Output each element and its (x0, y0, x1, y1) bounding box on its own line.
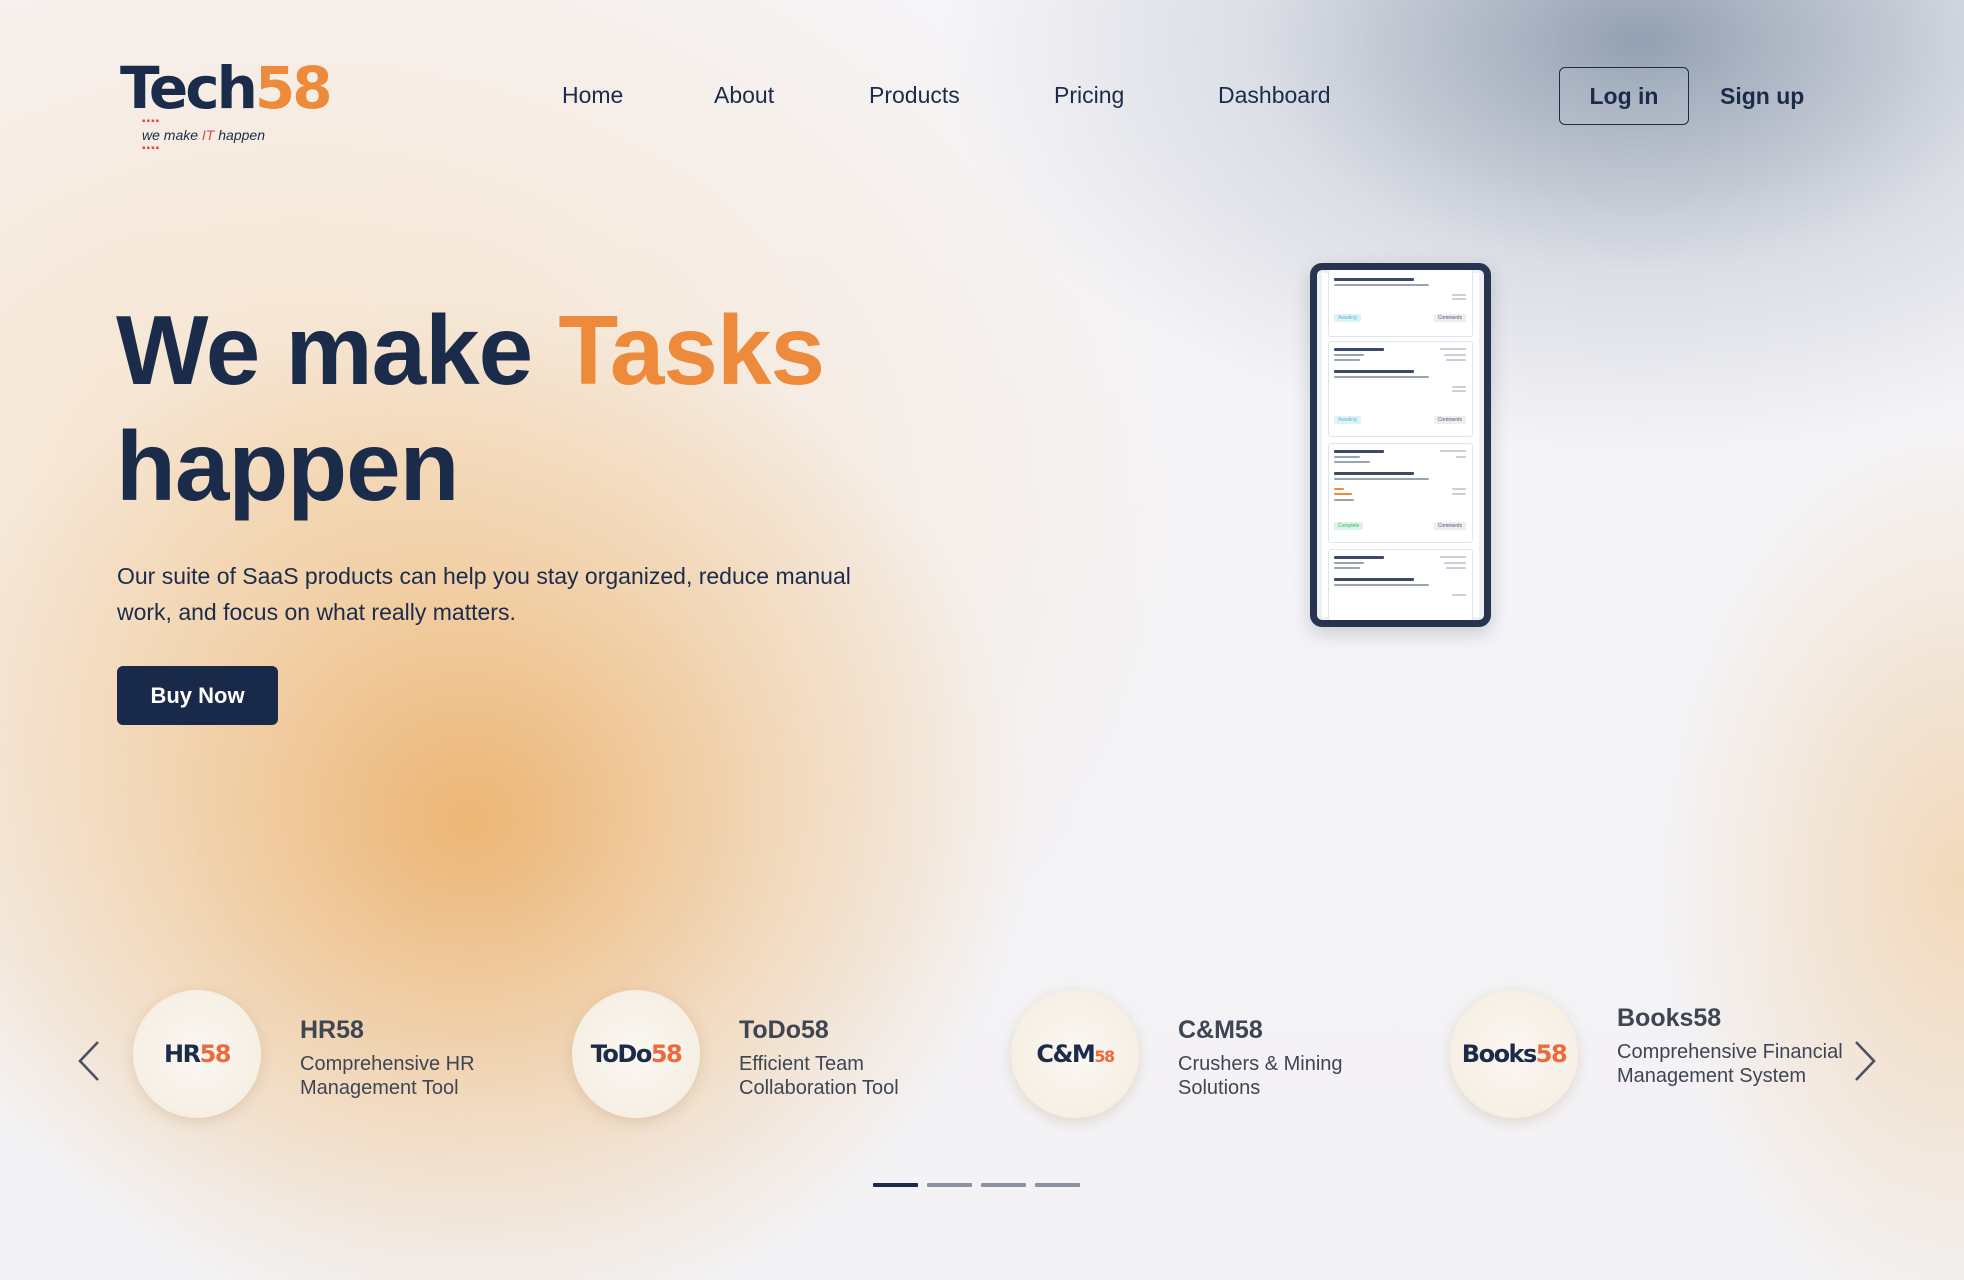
product-name: HR58 (300, 1016, 364, 1044)
comments-chip: Comments (1433, 314, 1466, 322)
carousel-dot-3[interactable] (981, 1183, 1026, 1187)
carousel-pagination (873, 1183, 1080, 1187)
comments-chip: Comments (1433, 416, 1466, 424)
ticket-card (1328, 549, 1473, 620)
carousel-next-button[interactable] (1850, 1036, 1880, 1086)
logo-wordmark: Tech58 (120, 54, 333, 122)
product-logo-hr58: HR58 (133, 990, 261, 1118)
product-logo-books58: Books58 (1450, 990, 1578, 1118)
status-badge: Complete (1334, 522, 1364, 530)
product-description: Comprehensive Financial Management Syste… (1617, 1041, 1843, 1087)
hero-title-accent: Tasks (558, 295, 825, 405)
product-card-books58[interactable]: Books58 Books58 Comprehensive Financial … (1450, 990, 1843, 1120)
login-button[interactable]: Log in (1559, 67, 1689, 125)
hero-title: We make Tasks happen (116, 295, 825, 521)
buy-now-button[interactable]: Buy Now (117, 666, 278, 725)
chevron-left-icon (78, 1041, 99, 1081)
brand-logo[interactable]: Tech58 ▪▪▪▪ we make IT happen ▪▪▪▪ (120, 54, 333, 154)
nav-dashboard[interactable]: Dashboard (1218, 82, 1331, 109)
product-card-hr58[interactable]: HR58 HR58 Comprehensive HR Management To… (133, 990, 523, 1120)
product-card-todo58[interactable]: ToDo58 ToDo58 Efficient Team Collaborati… (572, 990, 962, 1120)
ticket-card: Awaiting Comments (1328, 341, 1473, 437)
chevron-right-icon (1855, 1041, 1876, 1081)
comments-chip: Comments (1433, 522, 1466, 530)
product-logo-cm58: C&M58 (1011, 990, 1139, 1118)
carousel-dot-4[interactable] (1035, 1183, 1080, 1187)
product-description: Efficient Team Collaboration Tool (739, 1053, 899, 1099)
product-logo-todo58: ToDo58 (572, 990, 700, 1118)
carousel-prev-button[interactable] (74, 1036, 104, 1086)
product-name: ToDo58 (739, 1016, 829, 1044)
nav-pricing[interactable]: Pricing (1054, 82, 1124, 109)
nav-home[interactable]: Home (562, 82, 623, 109)
nav-about[interactable]: About (714, 82, 774, 109)
ticket-card: Awaiting Comments (1328, 270, 1473, 337)
product-description: Comprehensive HR Management Tool (300, 1053, 475, 1099)
status-badge: Awaiting (1334, 416, 1361, 424)
nav-products[interactable]: Products (869, 82, 960, 109)
status-badge: Awaiting (1334, 314, 1361, 322)
hero-subtitle: Our suite of SaaS products can help you … (117, 563, 851, 625)
carousel-dot-2[interactable] (927, 1183, 972, 1187)
product-card-cm58[interactable]: C&M58 C&M58 Crushers & Mining Solutions (1011, 990, 1401, 1120)
signup-link[interactable]: Sign up (1720, 83, 1804, 110)
phone-mockup: Awaiting Comments Awaiting Comments Comp… (1310, 263, 1491, 627)
product-name: Books58 (1617, 1004, 1722, 1032)
carousel-dot-1[interactable] (873, 1183, 918, 1187)
product-name: C&M58 (1178, 1016, 1263, 1044)
product-description: Crushers & Mining Solutions (1178, 1053, 1343, 1099)
phone-screen: Awaiting Comments Awaiting Comments Comp… (1322, 270, 1479, 620)
ticket-card: Complete Comments (1328, 443, 1473, 543)
